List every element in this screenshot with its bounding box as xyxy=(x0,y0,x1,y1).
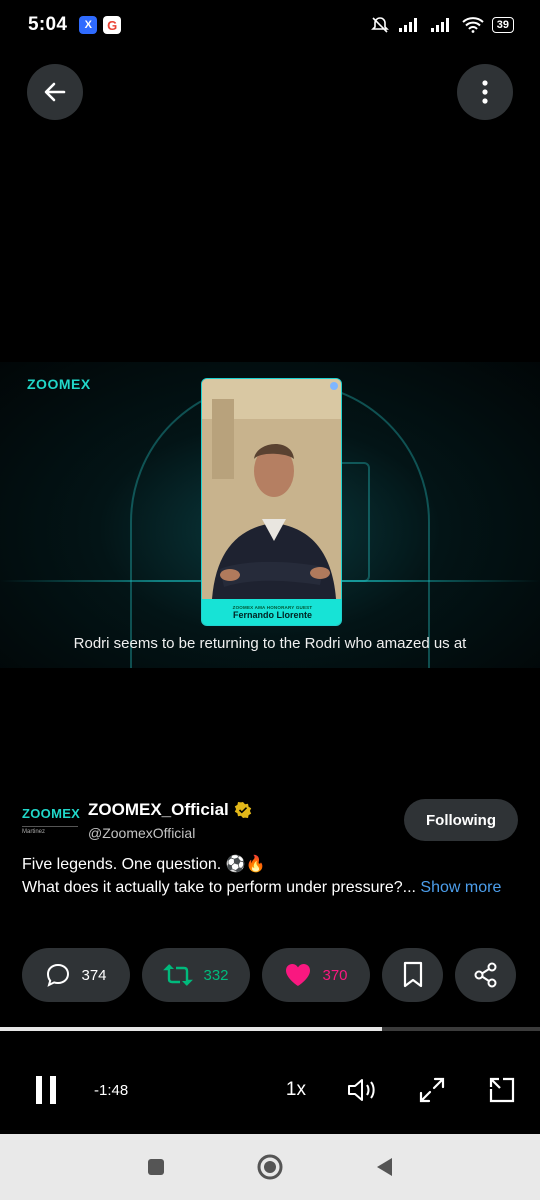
back-nav-icon[interactable] xyxy=(374,1156,394,1178)
pip-icon xyxy=(489,1077,515,1103)
verified-badge-icon xyxy=(234,801,251,818)
video-guest-card: ZOOMEX AMA HONORARY GUEST Fernando Llore… xyxy=(201,378,342,626)
battery-indicator: 39 xyxy=(491,17,514,33)
wifi-icon xyxy=(462,17,484,33)
share-icon xyxy=(474,962,496,988)
video-progress-fill xyxy=(0,1027,382,1031)
time-remaining: -1:48 xyxy=(94,1081,129,1099)
share-button[interactable] xyxy=(455,948,516,1002)
card-footer: ZOOMEX AMA HONORARY GUEST Fernando Llore… xyxy=(202,599,341,625)
playback-speed-button[interactable]: 1x xyxy=(286,1079,306,1101)
signal-icon-2 xyxy=(430,18,449,32)
more-options-button[interactable] xyxy=(457,64,513,120)
arrow-left-icon xyxy=(44,82,66,102)
reply-count: 374 xyxy=(81,966,107,984)
video-caption: Rodri seems to be returning to the Rodri… xyxy=(73,635,467,652)
repost-icon xyxy=(163,964,194,986)
repost-button[interactable]: 332 xyxy=(142,948,250,1002)
following-button[interactable]: Following xyxy=(404,799,518,841)
tweet-line-2: What does it actually take to perform un… xyxy=(22,876,518,899)
like-count: 370 xyxy=(322,966,348,984)
volume-button[interactable] xyxy=(346,1074,378,1106)
reply-icon xyxy=(47,963,70,987)
video-brand-logo: ZOOMEX xyxy=(27,376,91,392)
card-guest-name: Fernando Llorente xyxy=(232,609,312,620)
avatar[interactable]: ZOOMEX Martinez xyxy=(22,798,81,842)
repost-count: 332 xyxy=(203,966,229,984)
status-indicators: 39 xyxy=(370,15,514,35)
more-vertical-icon xyxy=(482,80,488,104)
fullscreen-button[interactable] xyxy=(416,1074,448,1106)
status-time: 5:04 xyxy=(28,14,68,35)
mute-bell-icon xyxy=(370,17,389,33)
author-info[interactable]: ZOOMEX_Official @ZoomexOfficial xyxy=(88,800,252,841)
tweet-line-1: Five legends. One question. ⚽🔥 xyxy=(22,856,266,873)
author-row: ZOOMEX Martinez ZOOMEX_Official @ZoomexO… xyxy=(22,796,518,844)
avatar-brand: ZOOMEX xyxy=(22,805,81,821)
pause-icon xyxy=(36,1076,56,1104)
status-bar: 5:04 X G 39 xyxy=(0,0,540,50)
tweet-line-2-text: What does it actually take to perform un… xyxy=(22,879,421,896)
video-progress-bar[interactable] xyxy=(0,1027,540,1031)
status-app-badges: X G xyxy=(79,16,122,34)
recents-icon[interactable] xyxy=(146,1157,166,1177)
heart-icon xyxy=(286,964,311,986)
pause-button[interactable] xyxy=(30,1074,62,1106)
bookmark-button[interactable] xyxy=(382,948,443,1002)
tweet-text: Five legends. One question. ⚽🔥 What does… xyxy=(22,853,518,899)
author-name-row: ZOOMEX_Official xyxy=(88,800,252,820)
expand-icon xyxy=(419,1077,445,1103)
guest-photo xyxy=(202,379,341,599)
avatar-subtext: Martinez xyxy=(22,825,78,835)
signal-icon xyxy=(398,18,417,32)
author-handle[interactable]: @ZoomexOfficial xyxy=(88,825,252,841)
reply-button[interactable]: 374 xyxy=(22,948,130,1002)
video-player[interactable]: ZOOMEX ZOOMEX AMA HONORARY GUEST Fernand… xyxy=(0,362,540,668)
google-app-icon: G xyxy=(103,16,122,34)
back-button[interactable] xyxy=(27,64,83,120)
card-tag-icon xyxy=(330,382,338,390)
x-app-icon: X xyxy=(79,16,98,34)
player-controls: -1:48 1x xyxy=(0,1062,540,1118)
volume-icon xyxy=(348,1079,375,1101)
bookmark-icon xyxy=(403,961,422,988)
home-icon[interactable] xyxy=(256,1153,284,1181)
action-bar: 374 332 370 xyxy=(22,948,518,1002)
like-button[interactable]: 370 xyxy=(262,948,370,1002)
author-name[interactable]: ZOOMEX_Official xyxy=(88,800,229,820)
show-more-link[interactable]: Show more xyxy=(420,879,501,896)
picture-in-picture-button[interactable] xyxy=(486,1074,518,1106)
system-nav-bar xyxy=(0,1134,540,1200)
